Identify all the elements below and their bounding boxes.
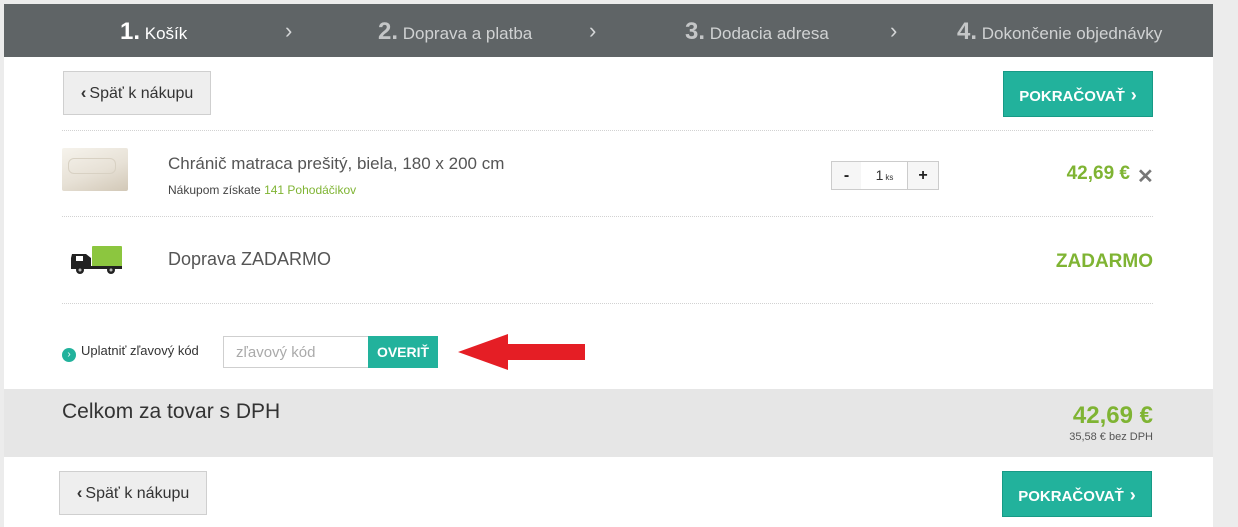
step-number: 2. <box>378 18 399 45</box>
step-shipping-payment[interactable]: 2. Doprava a platba <box>378 4 532 57</box>
step-label: Doprava a platba <box>402 24 533 43</box>
step-number: 3. <box>685 18 706 45</box>
quantity-field[interactable]: 1 ks <box>861 161 908 190</box>
quantity-decrease-button[interactable]: - <box>831 161 862 190</box>
chevron-left-icon: ‹ <box>76 483 83 502</box>
chevron-right-icon: › <box>1129 485 1136 505</box>
step-label: Košík <box>144 24 188 43</box>
step-number: 1. <box>120 18 141 45</box>
total-summary-bar: Celkom za tovar s DPH 42,69 € 35,58 € be… <box>4 389 1213 457</box>
step-label: Dodacia adresa <box>709 24 829 43</box>
back-to-shopping-button[interactable]: ‹ Späť k nákupu <box>63 71 211 115</box>
chevron-right-icon: › <box>890 18 898 43</box>
back-button-label: Späť k nákupu <box>85 485 190 502</box>
chevron-right-icon: › <box>1130 85 1137 105</box>
total-price: 42,69 € <box>1072 402 1153 429</box>
remove-item-icon[interactable]: ✕ <box>1137 164 1154 189</box>
quantity-value: 1 <box>875 167 884 183</box>
chevron-right-icon: › <box>589 18 597 43</box>
shipping-price: ZADARMO <box>1055 251 1153 272</box>
step-order-completion[interactable]: 4. Dokončenie objednávky <box>957 4 1162 57</box>
back-to-shopping-button-bottom[interactable]: ‹ Späť k nákupu <box>59 471 207 515</box>
shipping-name: Doprava ZADARMO <box>168 249 332 269</box>
total-label: Celkom za tovar s DPH <box>62 400 281 423</box>
divider <box>62 216 1153 217</box>
product-image[interactable] <box>62 148 128 191</box>
back-button-label: Späť k nákupu <box>89 85 194 102</box>
verify-discount-button[interactable]: OVERIŤ <box>368 336 438 368</box>
discount-code-input[interactable] <box>223 336 369 368</box>
discount-label-text: Uplatniť zľavový kód <box>81 343 199 358</box>
continue-button-bottom[interactable]: POKRAČOVAŤ › <box>1002 471 1152 517</box>
discount-code-label[interactable]: › Uplatniť zľavový kód <box>62 343 199 362</box>
chevron-right-circle-icon: › <box>62 348 76 362</box>
step-delivery-address[interactable]: 3. Dodacia adresa <box>685 4 829 57</box>
points-prefix: Nákupom získate <box>168 183 261 197</box>
continue-button[interactable]: POKRAČOVAŤ › <box>1003 71 1153 117</box>
continue-button-label: POKRAČOVAŤ <box>1019 88 1125 105</box>
divider <box>62 130 1153 131</box>
quantity-unit: ks <box>885 173 894 182</box>
product-name[interactable]: Chránič matraca prešitý, biela, 180 x 20… <box>168 154 504 174</box>
continue-button-label: POKRAČOVAŤ <box>1018 488 1124 505</box>
divider <box>62 303 1153 304</box>
chevron-right-icon: › <box>285 18 293 43</box>
checkout-page: 1. Košík › 2. Doprava a platba › 3. Doda… <box>4 4 1213 527</box>
red-arrow-annotation <box>458 334 585 370</box>
checkout-steps-bar: 1. Košík › 2. Doprava a platba › 3. Doda… <box>4 4 1213 57</box>
chevron-left-icon: ‹ <box>80 83 87 102</box>
total-without-vat: 35,58 € bez DPH <box>1069 431 1153 443</box>
step-cart[interactable]: 1. Košík <box>120 4 187 57</box>
step-label: Dokončenie objednávky <box>981 24 1163 43</box>
loyalty-points-text: Nákupom získate 141 Pohodáčikov <box>168 183 356 197</box>
points-value: 141 Pohodáčikov <box>264 183 357 197</box>
step-number: 4. <box>957 18 978 45</box>
delivery-truck-icon <box>71 246 122 274</box>
product-price: 42,69 € <box>1066 163 1130 184</box>
quantity-increase-button[interactable]: + <box>907 161 939 190</box>
